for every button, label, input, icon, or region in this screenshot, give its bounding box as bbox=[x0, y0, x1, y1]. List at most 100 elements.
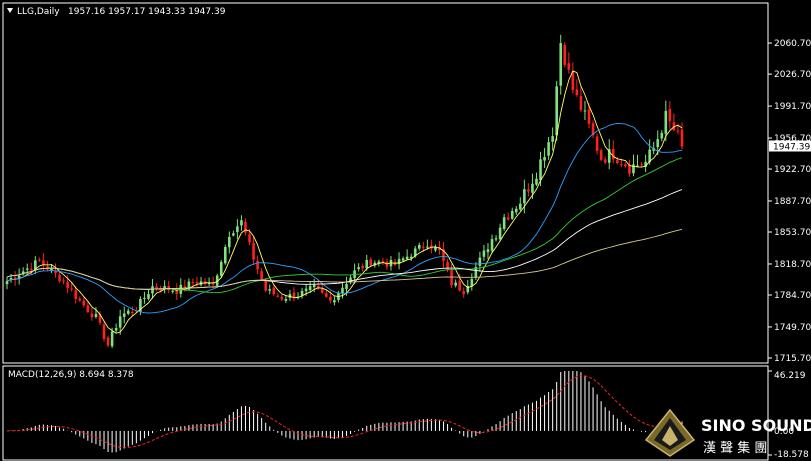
candle-body bbox=[502, 217, 506, 229]
candle-body bbox=[232, 233, 235, 236]
candle-body bbox=[122, 313, 126, 317]
price-tick-label: 1853.70 bbox=[774, 228, 811, 238]
candle-body bbox=[329, 296, 332, 301]
candle-body bbox=[519, 203, 522, 210]
candle-body bbox=[680, 129, 684, 147]
candle-body bbox=[29, 268, 33, 270]
candle-body bbox=[555, 86, 558, 136]
candle-body bbox=[365, 259, 369, 269]
candle-body bbox=[595, 136, 599, 151]
candle-body bbox=[5, 281, 9, 285]
candle-body bbox=[369, 259, 373, 266]
candle-body bbox=[78, 298, 82, 301]
candle-body bbox=[82, 300, 86, 306]
candle-body bbox=[248, 234, 251, 243]
candle-body bbox=[624, 164, 627, 167]
candle-body bbox=[668, 109, 672, 122]
candle-body bbox=[628, 164, 631, 174]
candle-body bbox=[86, 305, 90, 313]
candle-body bbox=[486, 249, 490, 253]
candle-body bbox=[583, 110, 587, 112]
candle-body bbox=[191, 282, 195, 284]
candle-body bbox=[417, 244, 421, 249]
candle-body bbox=[660, 132, 664, 139]
candle-body bbox=[490, 239, 494, 251]
candle bbox=[563, 42, 567, 68]
candle-body bbox=[155, 286, 158, 289]
candle-body bbox=[320, 288, 324, 293]
candle-body bbox=[114, 328, 118, 331]
candle-body bbox=[450, 270, 453, 286]
candle-body bbox=[567, 63, 571, 70]
candle-body bbox=[551, 136, 554, 142]
candle-body bbox=[494, 238, 498, 240]
candle-body bbox=[571, 71, 575, 91]
price-tick-label: 1991.70 bbox=[774, 102, 811, 112]
candle-body bbox=[143, 297, 146, 299]
candle-body bbox=[498, 227, 502, 240]
candle-body bbox=[38, 259, 41, 261]
price-tick-label: 2060.70 bbox=[774, 39, 811, 49]
candle-body bbox=[151, 286, 154, 294]
candle-body bbox=[268, 289, 272, 291]
candle-body bbox=[426, 246, 429, 248]
candle bbox=[223, 244, 227, 265]
candle-body bbox=[110, 331, 114, 347]
candle-body bbox=[482, 250, 486, 257]
candle-body bbox=[228, 236, 231, 248]
candle-body bbox=[405, 256, 409, 260]
macd-label: MACD(12,26,9) 8.694 8.378 bbox=[8, 370, 134, 380]
candle-body bbox=[422, 246, 425, 248]
candle-body bbox=[345, 283, 348, 290]
candle-body bbox=[62, 280, 65, 282]
candle-body bbox=[25, 268, 29, 270]
candle-body bbox=[308, 286, 312, 291]
price-tick-label: 1749.70 bbox=[774, 323, 811, 333]
candle-body bbox=[616, 160, 619, 163]
candle-body bbox=[333, 300, 336, 303]
candle-body bbox=[131, 312, 134, 314]
candle-body bbox=[272, 287, 276, 295]
candle bbox=[599, 148, 603, 162]
candle-body bbox=[236, 226, 239, 233]
candle-body bbox=[240, 220, 243, 226]
candle-body bbox=[118, 316, 122, 328]
candle-body bbox=[74, 290, 78, 299]
candle-body bbox=[66, 281, 69, 289]
candle-body bbox=[656, 139, 660, 148]
price-tick-label: 1784.70 bbox=[774, 291, 811, 301]
candle-body bbox=[195, 281, 199, 284]
candle-body bbox=[276, 295, 280, 297]
candle-body bbox=[640, 164, 643, 166]
candle-body bbox=[632, 164, 635, 174]
candle-body bbox=[543, 156, 546, 161]
candle-body bbox=[126, 310, 130, 314]
candle-body bbox=[341, 287, 344, 294]
candle-body bbox=[280, 296, 284, 300]
macd-tick-label: -18.578 bbox=[774, 450, 809, 460]
candle-body bbox=[547, 142, 550, 156]
candle-body bbox=[304, 288, 308, 292]
candle-body bbox=[325, 293, 328, 297]
price-tick-label: 1922.70 bbox=[774, 165, 811, 175]
price-tick-label: 1818.70 bbox=[774, 260, 811, 270]
candle-body bbox=[219, 261, 223, 276]
candle-body bbox=[664, 110, 668, 134]
candle-body bbox=[535, 178, 538, 185]
candle-body bbox=[223, 246, 227, 264]
candle-body bbox=[506, 217, 510, 220]
candle-body bbox=[599, 150, 603, 160]
candle-body bbox=[94, 313, 98, 317]
candle-body bbox=[264, 280, 267, 291]
candle-body bbox=[539, 159, 542, 181]
candle-body bbox=[147, 294, 150, 299]
candle-body bbox=[527, 189, 530, 192]
chart-background bbox=[0, 0, 811, 461]
candle-body bbox=[575, 89, 579, 95]
price-tick-label: 1887.70 bbox=[774, 197, 811, 207]
candle-body bbox=[579, 96, 583, 110]
current-price-marker: 1947.39 bbox=[769, 140, 811, 152]
candle-body bbox=[260, 271, 263, 280]
price-tick-label: 2026.70 bbox=[774, 70, 811, 80]
candle bbox=[102, 322, 106, 342]
